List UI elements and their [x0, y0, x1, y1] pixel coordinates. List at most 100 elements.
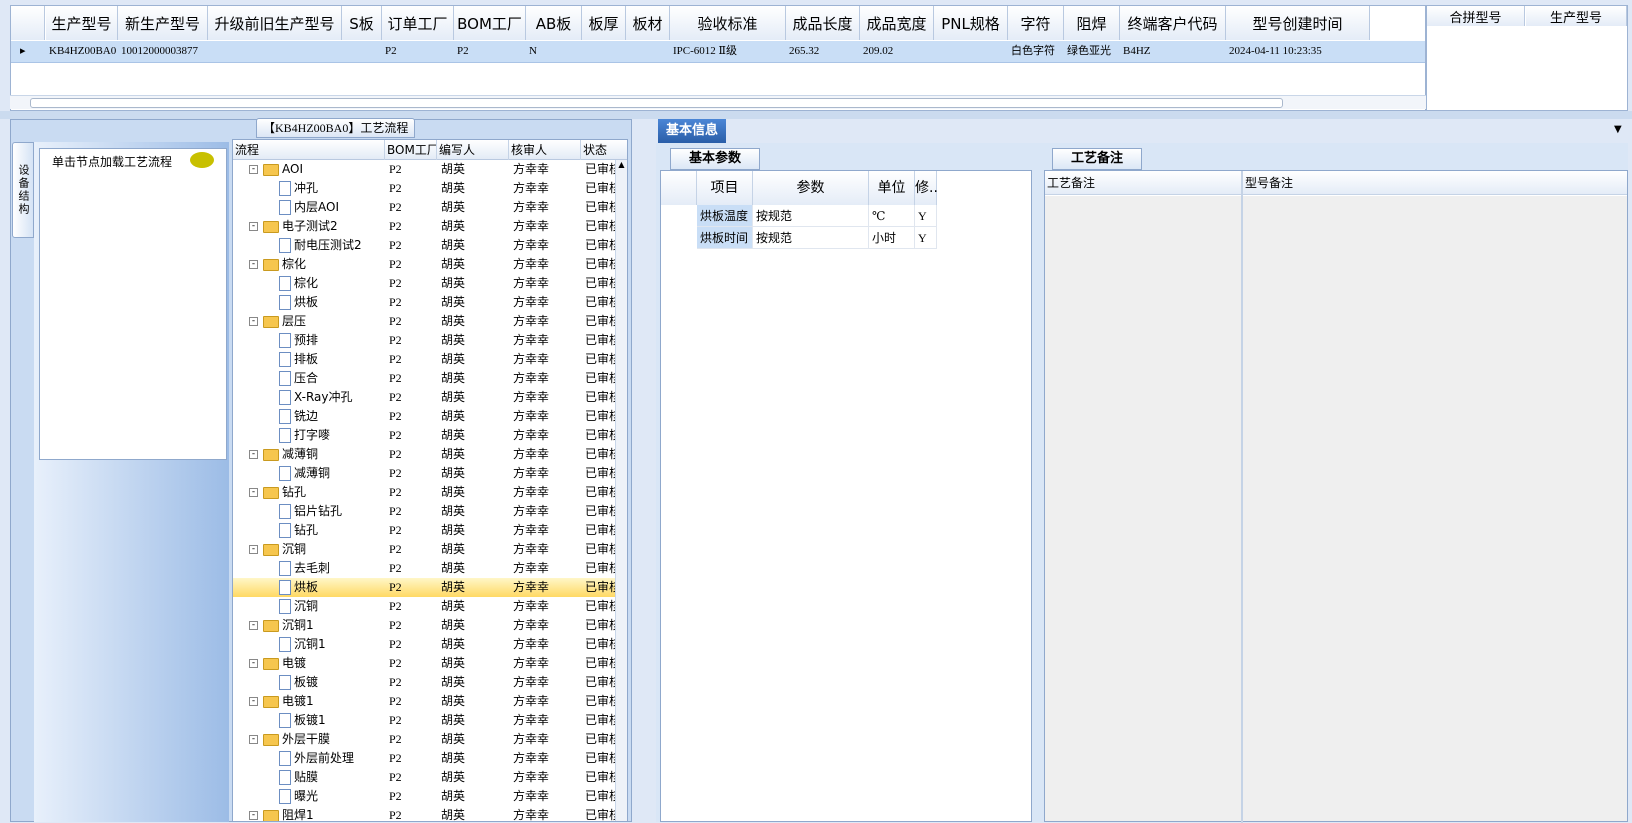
scrollbar-thumb[interactable]	[30, 98, 1283, 108]
column-header[interactable]: 板厚	[582, 6, 626, 40]
column-header[interactable]: 订单工厂	[382, 6, 454, 40]
tree-row[interactable]: - 沉铜 P2 胡英 方幸幸 已审核	[233, 540, 627, 559]
param-cell[interactable]: 烘板温度	[697, 205, 753, 227]
tree-row[interactable]: - 电镀1 P2 胡英 方幸幸 已审核	[233, 692, 627, 711]
tree-node[interactable]: 棕化	[279, 274, 385, 293]
tab-basic-params[interactable]: 基本参数	[670, 148, 760, 170]
tree-column-header[interactable]: 流程	[233, 140, 385, 160]
tree-row[interactable]: - 钻孔 P2 胡英 方幸幸 已审核	[233, 483, 627, 502]
collapse-icon[interactable]: -	[249, 165, 258, 174]
column-header[interactable]: 升级前旧生产型号	[208, 6, 342, 40]
tree-node[interactable]: 耐电压测试2	[279, 236, 385, 255]
tree-node[interactable]: 沉铜1	[279, 635, 385, 654]
column-header[interactable]: S板	[342, 6, 382, 40]
collapse-icon[interactable]: -	[249, 222, 258, 231]
tree-row[interactable]: 烘板 P2 胡英 方幸幸 已审核	[233, 578, 627, 597]
tree-column-header[interactable]: 编写人	[437, 140, 509, 160]
param-column-header[interactable]: 单位	[869, 171, 915, 205]
tree-node[interactable]: 排板	[279, 350, 385, 369]
tree-row[interactable]: 沉铜 P2 胡英 方幸幸 已审核	[233, 597, 627, 616]
tree-node[interactable]: - 阻焊1	[249, 806, 385, 821]
tree-node[interactable]: 烘板	[279, 293, 385, 312]
column-header[interactable]: 成品长度	[786, 6, 860, 40]
column-header[interactable]: BOM工厂	[454, 6, 526, 40]
column-header[interactable]: 终端客户代码	[1120, 6, 1226, 40]
collapse-icon[interactable]: -	[249, 450, 258, 459]
column-header[interactable]: 字符	[1008, 6, 1064, 40]
param-cell[interactable]: 按规范	[753, 205, 869, 227]
tree-node[interactable]: 沉铜	[279, 597, 385, 616]
tab-basic-info[interactable]: 基本信息	[658, 119, 726, 143]
tree-row[interactable]: 内层AOI P2 胡英 方幸幸 已审核	[233, 198, 627, 217]
tree-row[interactable]: 沉铜1 P2 胡英 方幸幸 已审核	[233, 635, 627, 654]
tree-node[interactable]: - 电镀1	[249, 692, 385, 711]
tree-node[interactable]: 钻孔	[279, 521, 385, 540]
tree-row[interactable]: - 外层干膜 P2 胡英 方幸幸 已审核	[233, 730, 627, 749]
column-header[interactable]: 型号创建时间	[1226, 6, 1370, 40]
collapse-icon[interactable]: -	[249, 545, 258, 554]
tree-row[interactable]: - 阻焊1 P2 胡英 方幸幸 已审核	[233, 806, 627, 821]
column-header[interactable]: AB板	[526, 6, 582, 40]
tree-row[interactable]: X-Ray冲孔 P2 胡英 方幸幸 已审核	[233, 388, 627, 407]
tree-node[interactable]: X-Ray冲孔	[279, 388, 385, 407]
tree-node[interactable]: - AOI	[249, 160, 385, 179]
tree-node[interactable]: 内层AOI	[279, 198, 385, 217]
chevron-down-icon[interactable]: ▼	[1614, 124, 1622, 135]
tree-row[interactable]: 排板 P2 胡英 方幸幸 已审核	[233, 350, 627, 369]
tree-row[interactable]: - 减薄铜 P2 胡英 方幸幸 已审核	[233, 445, 627, 464]
tree-row[interactable]: 棕化 P2 胡英 方幸幸 已审核	[233, 274, 627, 293]
tree-row[interactable]: 打字嘜 P2 胡英 方幸幸 已审核	[233, 426, 627, 445]
tree-node[interactable]: - 棕化	[249, 255, 385, 274]
model-note-field[interactable]	[1243, 196, 1627, 821]
node-hint-panel[interactable]: 单击节点加载工艺流程	[39, 148, 227, 460]
tree-row[interactable]: 烘板 P2 胡英 方幸幸 已审核	[233, 293, 627, 312]
param-column-header[interactable]: 参数	[753, 171, 869, 205]
tree-row[interactable]: - 棕化 P2 胡英 方幸幸 已审核	[233, 255, 627, 274]
tree-node[interactable]: 板镀1	[279, 711, 385, 730]
tree-node[interactable]: 烘板	[279, 578, 385, 597]
merge-model-grid[interactable]: 合拼型号 生产型号	[1426, 5, 1628, 111]
tree-row[interactable]: - 沉铜1 P2 胡英 方幸幸 已审核	[233, 616, 627, 635]
horizontal-scrollbar[interactable]	[10, 95, 1426, 109]
param-cell[interactable]: 按规范	[753, 227, 869, 249]
tab-process-notes[interactable]: 工艺备注	[1052, 148, 1142, 170]
tree-node[interactable]: 外层前处理	[279, 749, 385, 768]
tree-row[interactable]: 减薄铜 P2 胡英 方幸幸 已审核	[233, 464, 627, 483]
column-header[interactable]: 板材	[626, 6, 670, 40]
tree-node[interactable]: - 沉铜1	[249, 616, 385, 635]
tree-row[interactable]: 压合 P2 胡英 方幸幸 已审核	[233, 369, 627, 388]
tree-node[interactable]: - 沉铜	[249, 540, 385, 559]
tree-row[interactable]: 铣边 P2 胡英 方幸幸 已审核	[233, 407, 627, 426]
column-header[interactable]: 阻焊	[1064, 6, 1120, 40]
param-column-header[interactable]: 项目	[697, 171, 753, 205]
tree-node[interactable]: 压合	[279, 369, 385, 388]
tree-node[interactable]: - 减薄铜	[249, 445, 385, 464]
tree-node[interactable]: 曝光	[279, 787, 385, 806]
tree-node[interactable]: 贴膜	[279, 768, 385, 787]
collapse-icon[interactable]: -	[249, 260, 258, 269]
tree-row[interactable]: 铝片钻孔 P2 胡英 方幸幸 已审核	[233, 502, 627, 521]
tree-row[interactable]: 板镀 P2 胡英 方幸幸 已审核	[233, 673, 627, 692]
vertical-scrollbar[interactable]: ▲	[615, 160, 627, 821]
tree-node[interactable]: 板镀	[279, 673, 385, 692]
param-cell[interactable]: ℃	[869, 205, 915, 227]
tree-row[interactable]: - 电子测试2 P2 胡英 方幸幸 已审核	[233, 217, 627, 236]
tree-node[interactable]: 去毛刺	[279, 559, 385, 578]
tree-row[interactable]: 去毛刺 P2 胡英 方幸幸 已审核	[233, 559, 627, 578]
param-grid[interactable]: 项目 参数 单位 修.. 烘板温度 按规范 ℃ Y 烘板时间 按规范 小时 Y	[660, 170, 1032, 822]
splitter[interactable]	[0, 111, 1632, 119]
tree-node[interactable]: - 钻孔	[249, 483, 385, 502]
param-cell[interactable]: Y	[915, 205, 937, 227]
param-cell[interactable]: 烘板时间	[697, 227, 753, 249]
tree-node[interactable]: - 电镀	[249, 654, 385, 673]
column-header[interactable]: 验收标准	[670, 6, 786, 40]
tree-row[interactable]: - 电镀 P2 胡英 方幸幸 已审核	[233, 654, 627, 673]
tree-node[interactable]: 铝片钻孔	[279, 502, 385, 521]
table-row[interactable]: ▸ KB4HZ00BA0 10012000003877 P2 P2 N IPC-6012 …	[11, 41, 1425, 63]
tree-row[interactable]: 冲孔 P2 胡英 方幸幸 已审核	[233, 179, 627, 198]
tree-row[interactable]: 板镀1 P2 胡英 方幸幸 已审核	[233, 711, 627, 730]
tree-row[interactable]: - 层压 P2 胡英 方幸幸 已审核	[233, 312, 627, 331]
column-header[interactable]: PNL规格	[934, 6, 1008, 40]
param-cell[interactable]: 小时	[869, 227, 915, 249]
process-tree[interactable]: 流程 BOM工厂 编写人 核审人 状态 - AOI P2 胡英 方幸幸 已审核 冲孔 P2 胡英 方幸幸已…	[232, 139, 628, 822]
